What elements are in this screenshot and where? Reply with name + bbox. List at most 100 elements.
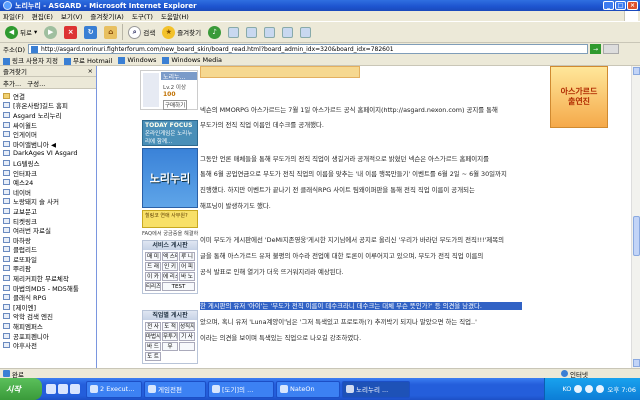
clock[interactable]: 오후 7:06 bbox=[607, 384, 636, 394]
edit-button[interactable] bbox=[280, 23, 295, 41]
menu-tools[interactable]: 도구(T) bbox=[132, 11, 153, 21]
link-hotmail[interactable]: 무료 Hotmail bbox=[64, 55, 112, 65]
board-link[interactable]: 전 사 bbox=[145, 322, 161, 331]
favorites-item[interactable]: 마이앨범니아 ◀ bbox=[0, 139, 96, 149]
organize-favorites-button[interactable]: 구성... bbox=[27, 78, 45, 88]
favorites-item[interactable]: 뿌리팜 bbox=[0, 264, 96, 273]
go-button[interactable]: → bbox=[590, 44, 602, 54]
board-link[interactable]: 무투가 bbox=[162, 332, 178, 341]
search-button[interactable]: ⌕ 검색 bbox=[126, 23, 157, 41]
home-button[interactable]: ⌂ bbox=[102, 23, 119, 41]
forward-button[interactable]: ▶ bbox=[42, 23, 59, 41]
refresh-button[interactable]: ↻ bbox=[82, 23, 99, 41]
board-link[interactable]: 도 적 bbox=[162, 322, 178, 331]
favorites-item[interactable]: 연결 bbox=[0, 91, 96, 101]
board-link[interactable]: 바 노 bbox=[179, 272, 195, 281]
address-extra-button[interactable] bbox=[603, 44, 620, 54]
favorites-item[interactable]: 예스24 bbox=[0, 177, 96, 187]
board-link[interactable]: 이 카 bbox=[145, 272, 161, 281]
task-button-active[interactable]: 노리누리 ... bbox=[342, 380, 410, 398]
sidebar-close-icon[interactable]: × bbox=[88, 67, 93, 75]
board-link[interactable]: 인 키 bbox=[162, 262, 178, 271]
subscribe-button[interactable]: 구매하기 bbox=[163, 100, 188, 110]
task-button[interactable]: 게임전편 bbox=[144, 380, 206, 398]
top-banner-ad[interactable] bbox=[200, 66, 360, 78]
mail-button[interactable] bbox=[244, 23, 259, 41]
board-link[interactable]: 엑 스티 bbox=[162, 252, 178, 261]
favorites-item[interactable]: 클래식 RPG bbox=[0, 292, 96, 302]
favorites-item[interactable]: 야후사전 bbox=[0, 340, 96, 350]
page-scrollbar[interactable] bbox=[631, 66, 640, 368]
favorites-item[interactable]: 공포피펜니아 bbox=[0, 331, 96, 340]
favorites-item[interactable]: LG텔링스 bbox=[0, 158, 96, 168]
board-link[interactable]: 도 트 bbox=[145, 352, 161, 361]
norinuri-banner[interactable]: 노리누리 bbox=[142, 148, 198, 208]
favorites-item[interactable]: 악학 검색 엔진 bbox=[0, 312, 96, 321]
task-button[interactable]: NateOn bbox=[276, 380, 340, 398]
board-link[interactable]: 기 사 bbox=[179, 332, 195, 341]
menu-edit[interactable]: 편집(E) bbox=[32, 11, 53, 21]
menu-view[interactable]: 보기(V) bbox=[61, 11, 82, 21]
address-input[interactable]: http://asgard.norinuri.fighterforum.com/… bbox=[28, 44, 589, 54]
history-button[interactable] bbox=[226, 23, 241, 41]
board-link[interactable]: 매 미 bbox=[145, 252, 161, 261]
faq-link[interactable]: FAQ에서 궁금증을 해결하세요. bbox=[142, 230, 198, 237]
favorites-item[interactable]: 마하랑 bbox=[0, 235, 96, 245]
today-focus-banner[interactable]: TODAY FOCUS 온라인게임은 노리누리에 함께... bbox=[142, 120, 198, 146]
discuss-button[interactable] bbox=[298, 23, 313, 41]
link-windows[interactable]: Windows bbox=[118, 56, 156, 64]
favorites-item[interactable]: 인터파크 bbox=[0, 168, 96, 177]
media-button[interactable]: ♪ bbox=[206, 23, 223, 41]
quick-launch-ie-icon[interactable] bbox=[46, 384, 56, 394]
menu-help[interactable]: 도움말(H) bbox=[161, 11, 189, 21]
favorites-item[interactable]: 로또파일 bbox=[0, 254, 96, 264]
scroll-down-icon[interactable] bbox=[633, 359, 640, 367]
favorites-item[interactable]: DarkAges VI Asgard bbox=[0, 149, 96, 159]
favorites-item[interactable]: [제이엔] bbox=[0, 302, 96, 312]
scroll-thumb[interactable] bbox=[633, 216, 640, 256]
chevron-down-icon[interactable]: ▾ bbox=[34, 28, 37, 36]
favorites-item[interactable]: 티켓링크 bbox=[0, 216, 96, 225]
asgard-cast-ad[interactable]: 아스가르드 출연진 bbox=[550, 66, 608, 128]
promo-banner[interactable]: 힐링코 연애 사무원? bbox=[142, 210, 198, 228]
article-line-selected[interactable]: 한 게시판의 유저 '아이'는 '무도가 전직 이름이 데수크라니 데수크는 대… bbox=[200, 302, 522, 310]
window-title-bar[interactable]: 노리누리 - ASGARD - Microsoft Internet Explo… bbox=[0, 0, 640, 11]
favorites-item[interactable]: Asgard 노리누리 bbox=[0, 110, 96, 120]
quick-launch-desktop-icon[interactable] bbox=[58, 384, 68, 394]
print-button[interactable] bbox=[262, 23, 277, 41]
board-link[interactable]: 드 래 bbox=[145, 262, 161, 271]
favorites-item[interactable]: 제리커피한 무료체작 bbox=[0, 273, 96, 283]
tray-network-icon[interactable] bbox=[574, 385, 583, 393]
favorites-item[interactable]: 노랑돼지 슬 사커 bbox=[0, 197, 96, 206]
favorites-item[interactable]: 클럽리드 bbox=[0, 245, 96, 254]
ime-indicator[interactable]: KO bbox=[562, 385, 571, 393]
stop-button[interactable]: × bbox=[62, 23, 79, 41]
minimize-button[interactable]: _ bbox=[603, 1, 614, 10]
menu-file[interactable]: 파일(F) bbox=[3, 11, 24, 21]
board-link[interactable]: TEST bbox=[162, 282, 195, 291]
start-button[interactable]: 시작 bbox=[0, 378, 42, 400]
board-link[interactable]: 바 드 bbox=[145, 342, 161, 351]
favorites-item[interactable]: 교보문고 bbox=[0, 206, 96, 216]
add-favorite-button[interactable]: 추가... bbox=[3, 78, 21, 88]
board-link[interactable]: 티리즈 bbox=[145, 282, 161, 291]
favorites-item[interactable]: 싸이월드 bbox=[0, 120, 96, 129]
board-link[interactable]: 마법사 bbox=[145, 332, 161, 341]
back-button[interactable]: ◀ 뒤로 ▾ bbox=[3, 23, 39, 41]
favorites-button[interactable]: ★ 즐겨찾기 bbox=[160, 23, 203, 41]
favorites-item[interactable]: 인게이머 bbox=[0, 129, 96, 139]
scroll-up-icon[interactable] bbox=[633, 67, 640, 75]
board-link[interactable]: 어 피 bbox=[179, 262, 195, 271]
board-link[interactable]: 에 리스 bbox=[162, 272, 178, 281]
board-link[interactable] bbox=[179, 342, 195, 351]
favorites-item[interactable]: 마법의MD5 - MD5해툴 bbox=[0, 283, 96, 292]
task-button[interactable]: [도기]의 ... bbox=[208, 380, 274, 398]
task-button[interactable]: 2 Execut... bbox=[86, 380, 142, 398]
favorites-item[interactable]: 네이버 bbox=[0, 187, 96, 197]
tray-volume-icon[interactable] bbox=[585, 385, 594, 393]
favorites-item[interactable]: [휴온사람]길드 홈피 bbox=[0, 101, 96, 110]
user-nickname[interactable]: 노리누... bbox=[161, 72, 197, 81]
favorites-item[interactable]: 해피엠퍼스 bbox=[0, 321, 96, 331]
board-link[interactable]: 성직자 bbox=[179, 322, 195, 331]
maximize-button[interactable]: □ bbox=[615, 1, 626, 10]
